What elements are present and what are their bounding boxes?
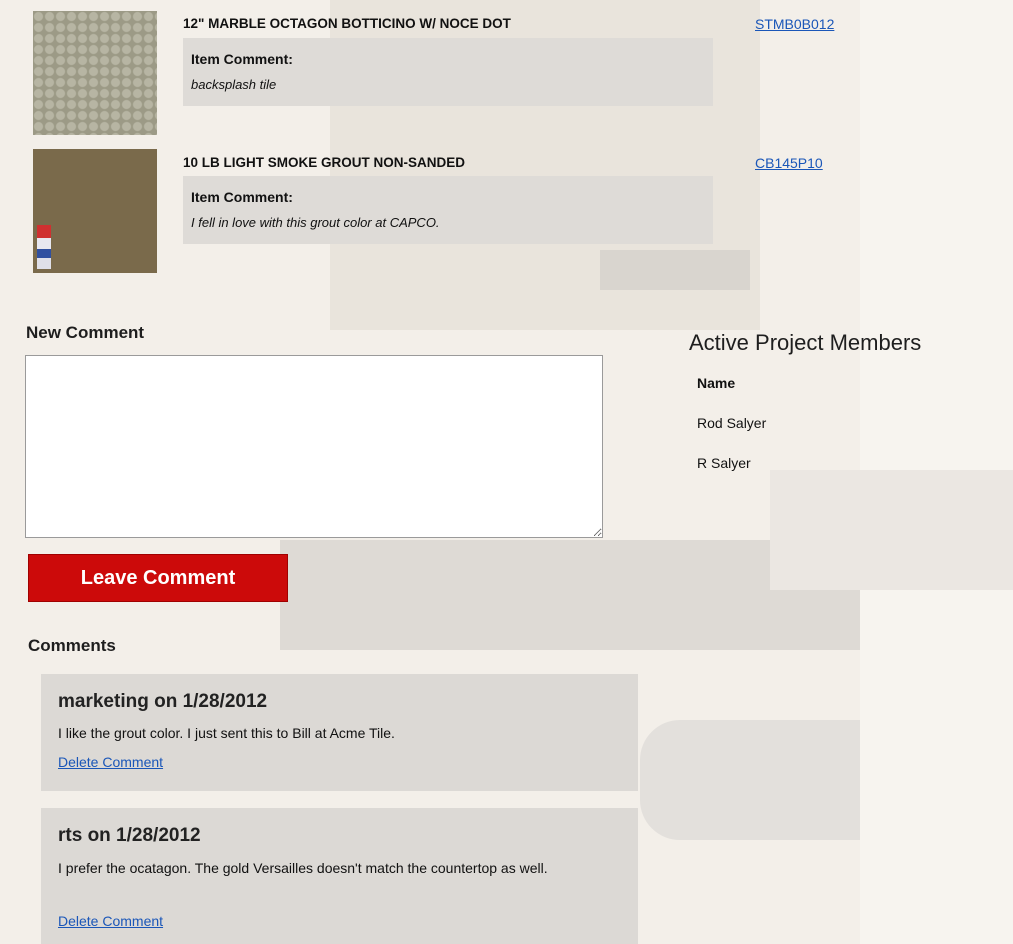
item-comment-box: Item Comment: backsplash tile: [183, 38, 713, 106]
comment-body: I prefer the ocatagon. The gold Versaill…: [58, 860, 548, 876]
product-title: 12" MARBLE OCTAGON BOTTICINO W/ NOCE DOT: [183, 16, 511, 31]
product-title: 10 LB LIGHT SMOKE GROUT NON-SANDED: [183, 155, 466, 170]
grout-package-icon: [37, 225, 51, 269]
product-thumbnail-marble-tile[interactable]: [33, 11, 157, 135]
member-name: Rod Salyer: [697, 415, 767, 431]
comments-heading: Comments: [28, 636, 116, 655]
comment-card: rts on 1/28/2012 I prefer the ocatagon. …: [41, 808, 638, 944]
product-sku-link[interactable]: CB145P10: [755, 155, 823, 171]
member-name: R Salyer: [697, 455, 751, 471]
members-name-column-header: Name: [697, 375, 736, 391]
item-comment-text: backsplash tile: [191, 77, 277, 92]
comment-header: rts on 1/28/2012: [58, 825, 201, 846]
active-members-heading: Active Project Members: [689, 330, 922, 355]
new-comment-textarea[interactable]: [25, 355, 603, 538]
product-sku-link[interactable]: STMB0B012: [755, 16, 834, 32]
comment-card: marketing on 1/28/2012 I like the grout …: [41, 674, 638, 791]
item-comment-text: I fell in love with this grout color at …: [191, 215, 440, 230]
item-comment-box: Item Comment: I fell in love with this g…: [183, 176, 713, 244]
delete-comment-link[interactable]: Delete Comment: [58, 913, 163, 929]
leave-comment-button[interactable]: Leave Comment: [28, 554, 288, 602]
delete-comment-link[interactable]: Delete Comment: [58, 754, 163, 770]
new-comment-heading: New Comment: [26, 323, 145, 342]
item-comment-label: Item Comment:: [191, 51, 293, 67]
product-thumbnail-grout[interactable]: [33, 149, 157, 273]
comment-header: marketing on 1/28/2012: [58, 691, 268, 712]
comment-body: I like the grout color. I just sent this…: [58, 725, 395, 741]
item-comment-label: Item Comment:: [191, 189, 293, 205]
